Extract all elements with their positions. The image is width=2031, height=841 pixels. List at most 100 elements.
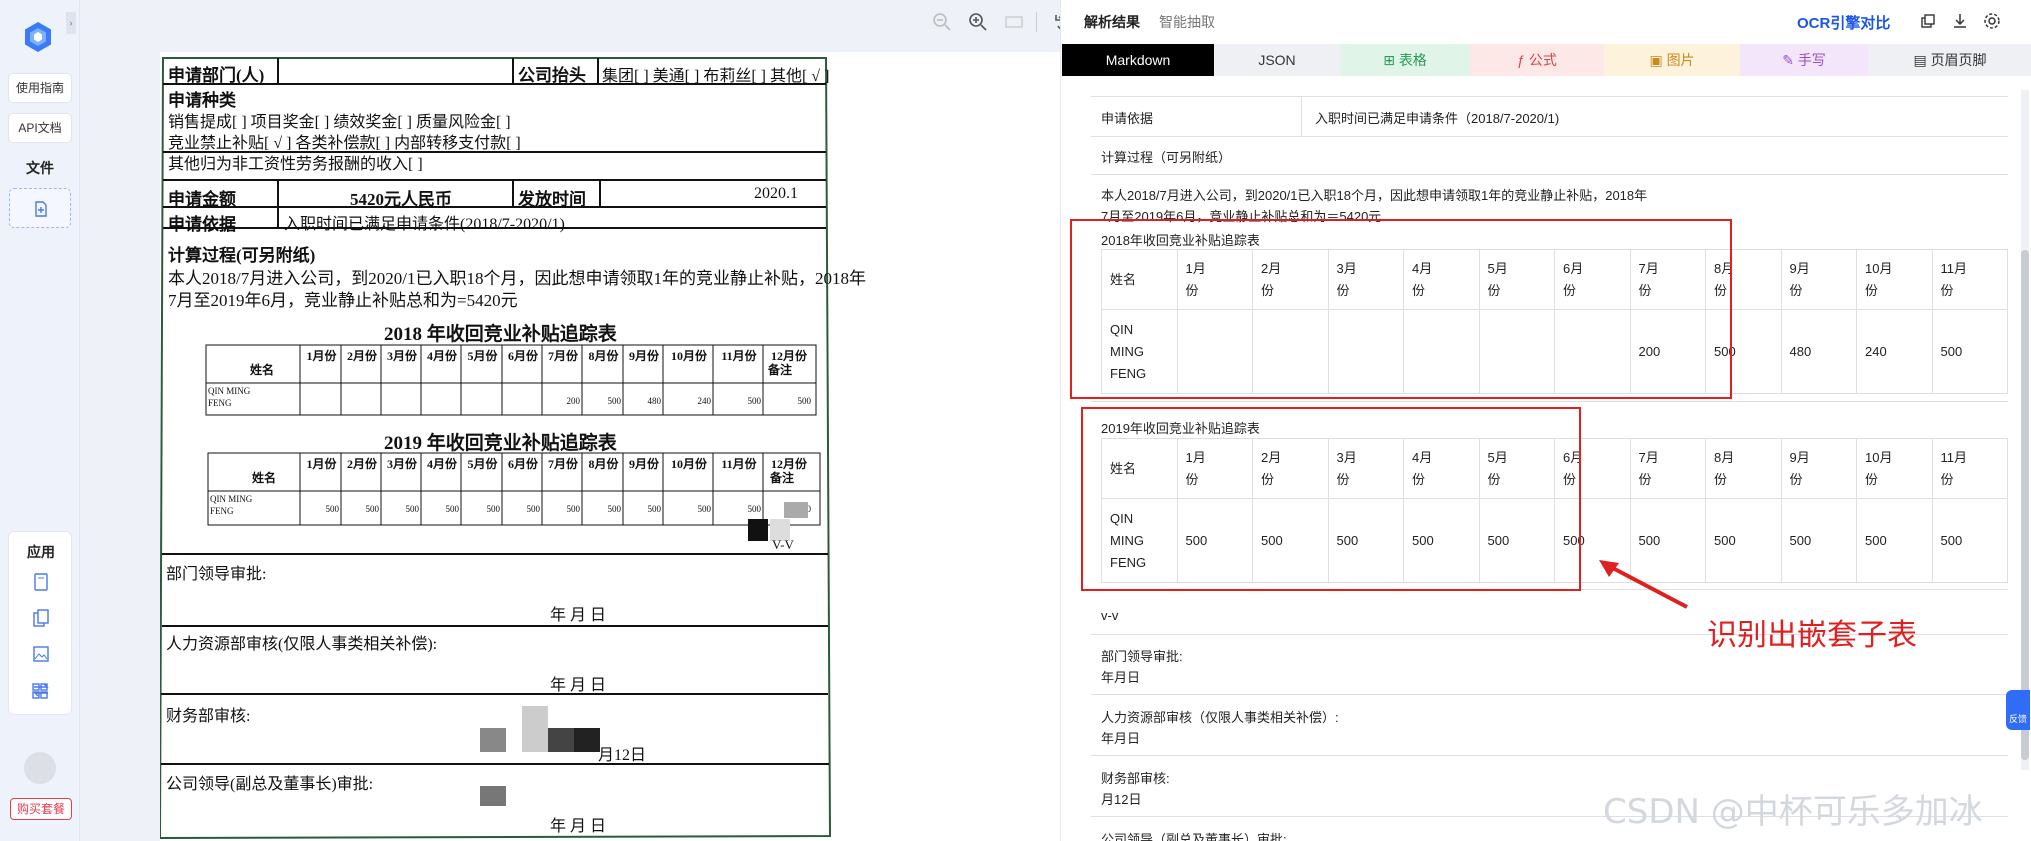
doc-2019-col-name: 姓名 <box>252 471 277 485</box>
upload-file-button[interactable] <box>9 188 71 228</box>
month-header: 9月份 <box>1780 438 1857 499</box>
tab-json[interactable]: JSON <box>1214 44 1340 76</box>
calc-line1: 本人2018/7月进入公司，到2020/1已入职18个月，因此想申请领取1年的竞… <box>1101 188 1648 203</box>
doc-hr-approval: 人力资源部审核(仅限人事类相关补偿): <box>166 636 438 653</box>
ocr-compare-button[interactable]: OCR引擎对比 <box>1797 12 1890 33</box>
sidebar-collapse-button[interactable]: › <box>66 12 76 34</box>
tab-image-label: 图片 <box>1666 52 1695 68</box>
feedback-button[interactable]: 反馈 <box>2006 690 2030 730</box>
doc-2019-month-header: 12月份 <box>770 457 807 471</box>
redaction <box>522 706 548 752</box>
doc-2019-month-header: 10月份 <box>670 457 707 471</box>
arrow-icon <box>1599 560 1688 609</box>
tab-image[interactable]: ▣ 图片 <box>1604 44 1740 76</box>
header-footer-icon: ▤ <box>1913 52 1931 68</box>
doc-hr-date: 年 月 日 <box>550 677 607 694</box>
formula-icon: ƒ <box>1517 52 1529 68</box>
apps-title: 应用 <box>27 544 55 560</box>
doc-calc-label: 计算过程(可另附纸) <box>168 246 316 265</box>
download-icon[interactable] <box>1951 12 1969 30</box>
doc-2019-value: 500 <box>445 504 460 514</box>
handwriting-icon: ✎ <box>1782 52 1798 68</box>
doc-2018-month-header: 10月份 <box>670 349 707 363</box>
doc-company-options: 集团[ ] 美通[ ] 布莉丝[ ] 其他[ √ ] <box>602 68 830 85</box>
avatar[interactable] <box>24 752 56 784</box>
tab-parse-result[interactable]: 解析结果 <box>1084 12 1140 32</box>
copy-icon[interactable] <box>1919 12 1937 30</box>
value-cell: 500 <box>1705 498 1782 583</box>
redaction <box>574 728 600 752</box>
file-add-icon <box>35 201 47 217</box>
tab-smart-extract[interactable]: 智能抽取 <box>1159 12 1215 32</box>
document-viewer: 申请部门(人) 公司抬头 集团[ ] 美通[ ] 布莉丝[ ] 其他[ √ ] … <box>80 0 1109 841</box>
month-header: 11月份 <box>1931 249 2008 310</box>
fit-page-icon[interactable] <box>1002 10 1026 34</box>
calc-label: 计算过程（可另附纸） <box>1101 150 1232 165</box>
apps-grid-icon[interactable] <box>30 681 50 701</box>
finance-date: 月12日 <box>1101 792 1142 807</box>
doc-2018-month-header: 9月份 <box>628 349 659 363</box>
tab-formula[interactable]: ƒ 公式 <box>1470 44 1604 76</box>
doc-2018-value: 500 <box>797 396 812 406</box>
doc-2018-person-line1: QIN MING <box>208 386 251 396</box>
doc-2018-value: 480 <box>647 396 662 406</box>
doc-2019-month-header: 9月份 <box>628 457 659 471</box>
doc-basis-value: 入职时间已满足申请条件(2018/7-2020/1) <box>284 216 565 233</box>
company-approval: 公司领导（副总及董事长）审批: <box>1101 832 1287 841</box>
doc-2019-month-header: 11月份 <box>721 457 757 471</box>
tab-formula-label: 公式 <box>1528 52 1557 68</box>
tab-table-label: 表格 <box>1398 52 1427 68</box>
month-header: 7月份 <box>1629 438 1706 499</box>
doc-2018-value: 500 <box>747 396 762 406</box>
doc-table-2019-title: 2019 年收回竞业补贴追踪表 <box>384 433 617 454</box>
format-tabs: Markdown JSON ⊞ 表格 ƒ 公式 ▣ 图片 ✎ 手写 ▤ 页眉页脚 <box>1062 44 2031 76</box>
zoom-in-icon[interactable] <box>966 10 990 34</box>
doc-2018-month-header: 3月份 <box>386 349 417 363</box>
doc-amount-label: 申请金额 <box>168 190 236 209</box>
tab-table[interactable]: ⊞ 表格 <box>1340 44 1470 76</box>
basis-label: 申请依据 <box>1101 111 1154 126</box>
redaction <box>748 519 768 541</box>
feedback-label: 反馈 <box>2008 714 2027 724</box>
buy-plan-button[interactable]: 购买套餐 <box>10 798 72 820</box>
tab-handwriting[interactable]: ✎ 手写 <box>1740 44 1868 76</box>
scrollbar-thumb[interactable] <box>2021 250 2029 760</box>
api-docs-button[interactable]: API文档 <box>8 113 72 143</box>
doc-finance-date: 月12日 <box>598 747 647 764</box>
zoom-out-icon[interactable] <box>930 10 954 34</box>
highlight-box-2018 <box>1070 219 1732 399</box>
watermark: CSDN @中杯可乐多加冰 <box>1603 792 1983 832</box>
hr-approval: 人力资源部审核（仅限人事类相关补偿）: <box>1101 710 1339 725</box>
doc-2018-value: 500 <box>607 396 622 406</box>
image-edit-icon[interactable] <box>31 644 51 664</box>
highlight-box-2019 <box>1081 407 1581 591</box>
logo-icon[interactable] <box>21 20 55 54</box>
guide-button[interactable]: 使用指南 <box>8 73 72 103</box>
redaction <box>480 728 506 752</box>
doc-2019-month-header: 5月份 <box>467 457 498 471</box>
doc-2019-value: 500 <box>607 504 622 514</box>
settings-icon[interactable] <box>1983 12 2001 30</box>
doc-basis-label: 申请依据 <box>168 215 236 234</box>
doc-2019-month-header: 6月份 <box>507 457 538 471</box>
document-icon[interactable] <box>31 572 51 592</box>
doc-vv: V-V <box>772 537 794 552</box>
doc-2019-value: 500 <box>747 504 762 514</box>
doc-2019-person-line1: QIN MING <box>210 494 253 504</box>
basis-value: 入职时间已满足申请条件（2018/7-2020/1) <box>1315 111 1560 126</box>
doc-2019-value: 500 <box>566 504 581 514</box>
doc-types-line3: 其他归为非工资性劳务报酬的收入[ ] <box>168 156 423 173</box>
redaction <box>548 728 574 752</box>
value-cell: 500 <box>1856 498 1933 583</box>
doc-table-2018-title: 2018 年收回竞业补贴追踪表 <box>384 324 617 345</box>
tab-markdown[interactable]: Markdown <box>1062 44 1214 76</box>
doc-2019-person-line2: FENG <box>210 506 234 516</box>
tab-handwriting-label: 手写 <box>1797 52 1826 68</box>
doc-2018-month-header: 1月份 <box>306 349 337 363</box>
copy-docs-icon[interactable] <box>31 608 51 628</box>
doc-2019-value: 500 <box>647 504 662 514</box>
tab-header-footer[interactable]: ▤ 页眉页脚 <box>1868 44 2031 76</box>
app-root: › 使用指南 API文档 文件 应用 购买套餐 申请部门(人) 公司抬头 集团[… <box>0 0 2031 841</box>
doc-2019-value: 500 <box>405 504 420 514</box>
files-title: 文件 <box>26 160 54 176</box>
